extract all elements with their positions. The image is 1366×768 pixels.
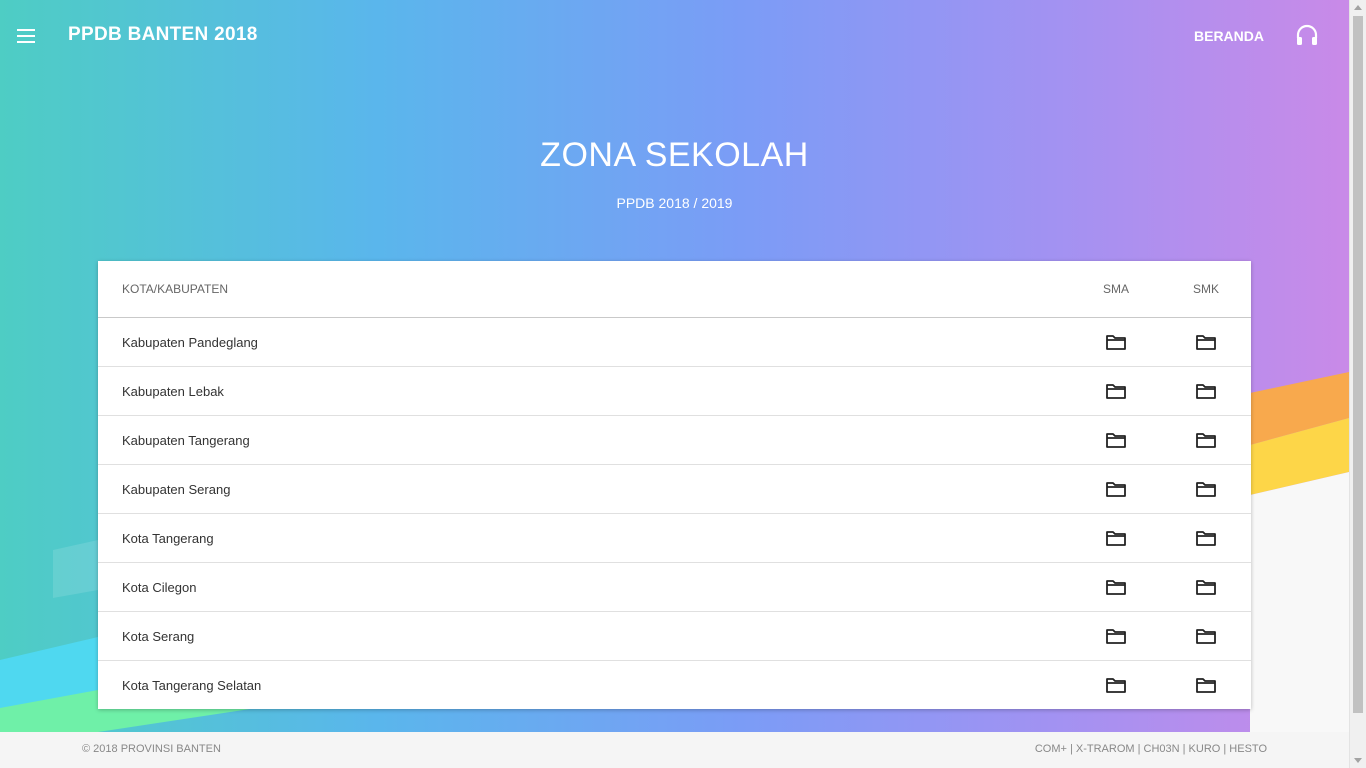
smk-folder-icon[interactable] — [1195, 430, 1217, 450]
column-header-smk: SMK — [1192, 282, 1219, 296]
page-subtitle: PPDB 2018 / 2019 — [616, 195, 733, 211]
scroll-up-arrow-icon[interactable] — [1354, 5, 1362, 10]
vertical-scrollbar[interactable] — [1349, 0, 1366, 768]
table-header: KOTA/KABUPATEN SMA SMK — [98, 261, 1251, 318]
smk-folder-icon[interactable] — [1195, 332, 1217, 352]
scrollbar-thumb[interactable] — [1353, 16, 1363, 713]
smk-folder-icon[interactable] — [1195, 479, 1217, 499]
footer-credits: COM+ | X-TRAROM | CH03N | KURO | HESTO — [1034, 743, 1267, 755]
row-city-name: Kota Tangerang Selatan — [122, 678, 262, 693]
page: PPDB BANTEN 2018 BERANDA ZONA SEKOLAH PP… — [0, 0, 1349, 768]
column-header-city: KOTA/KABUPATEN — [122, 282, 229, 296]
sma-folder-icon[interactable] — [1105, 577, 1127, 597]
row-city-name: Kota Cilegon — [122, 580, 197, 595]
row-city-name: Kabupaten Serang — [122, 482, 231, 497]
headset-icon[interactable] — [1294, 23, 1320, 49]
sma-folder-icon[interactable] — [1105, 626, 1127, 646]
sma-folder-icon[interactable] — [1105, 528, 1127, 548]
sma-folder-icon[interactable] — [1105, 381, 1127, 401]
table-row: Kota Cilegon — [98, 563, 1251, 612]
page-title: ZONA SEKOLAH — [540, 136, 809, 174]
footer-copyright: © 2018 PROVINSI BANTEN — [82, 743, 221, 755]
row-city-name: Kota Tangerang — [122, 531, 214, 546]
table-body: Kabupaten Pandeglang Kabupaten Lebak Kabup… — [98, 318, 1251, 710]
nav-beranda-link[interactable]: BERANDA — [1194, 28, 1264, 44]
column-header-sma: SMA — [1102, 282, 1129, 296]
smk-folder-icon[interactable] — [1195, 626, 1217, 646]
brand-title[interactable]: PPDB BANTEN 2018 — [68, 24, 258, 46]
hamburger-menu-icon[interactable] — [14, 24, 38, 48]
row-city-name: Kabupaten Lebak — [122, 384, 224, 399]
scroll-down-arrow-icon[interactable] — [1354, 758, 1362, 763]
row-city-name: Kabupaten Tangerang — [122, 433, 250, 448]
table-row: Kabupaten Pandeglang — [98, 318, 1251, 367]
row-city-name: Kota Serang — [122, 629, 195, 644]
smk-folder-icon[interactable] — [1195, 528, 1217, 548]
table-row: Kabupaten Tangerang — [98, 416, 1251, 465]
sma-folder-icon[interactable] — [1105, 675, 1127, 695]
row-city-name: Kabupaten Pandeglang — [122, 335, 258, 350]
zone-table-card: KOTA/KABUPATEN SMA SMK Kabupaten Pandegl… — [98, 261, 1251, 709]
table-row: Kota Tangerang Selatan — [98, 661, 1251, 710]
footer: © 2018 PROVINSI BANTEN COM+ | X-TRAROM |… — [0, 732, 1349, 768]
smk-folder-icon[interactable] — [1195, 675, 1217, 695]
smk-folder-icon[interactable] — [1195, 381, 1217, 401]
sma-folder-icon[interactable] — [1105, 430, 1127, 450]
table-row: Kabupaten Serang — [98, 465, 1251, 514]
table-row: Kota Serang — [98, 612, 1251, 661]
top-app-bar: PPDB BANTEN 2018 BERANDA — [0, 0, 1349, 72]
sma-folder-icon[interactable] — [1105, 479, 1127, 499]
table-row: Kabupaten Lebak — [98, 367, 1251, 416]
table-row: Kota Tangerang — [98, 514, 1251, 563]
smk-folder-icon[interactable] — [1195, 577, 1217, 597]
sma-folder-icon[interactable] — [1105, 332, 1127, 352]
